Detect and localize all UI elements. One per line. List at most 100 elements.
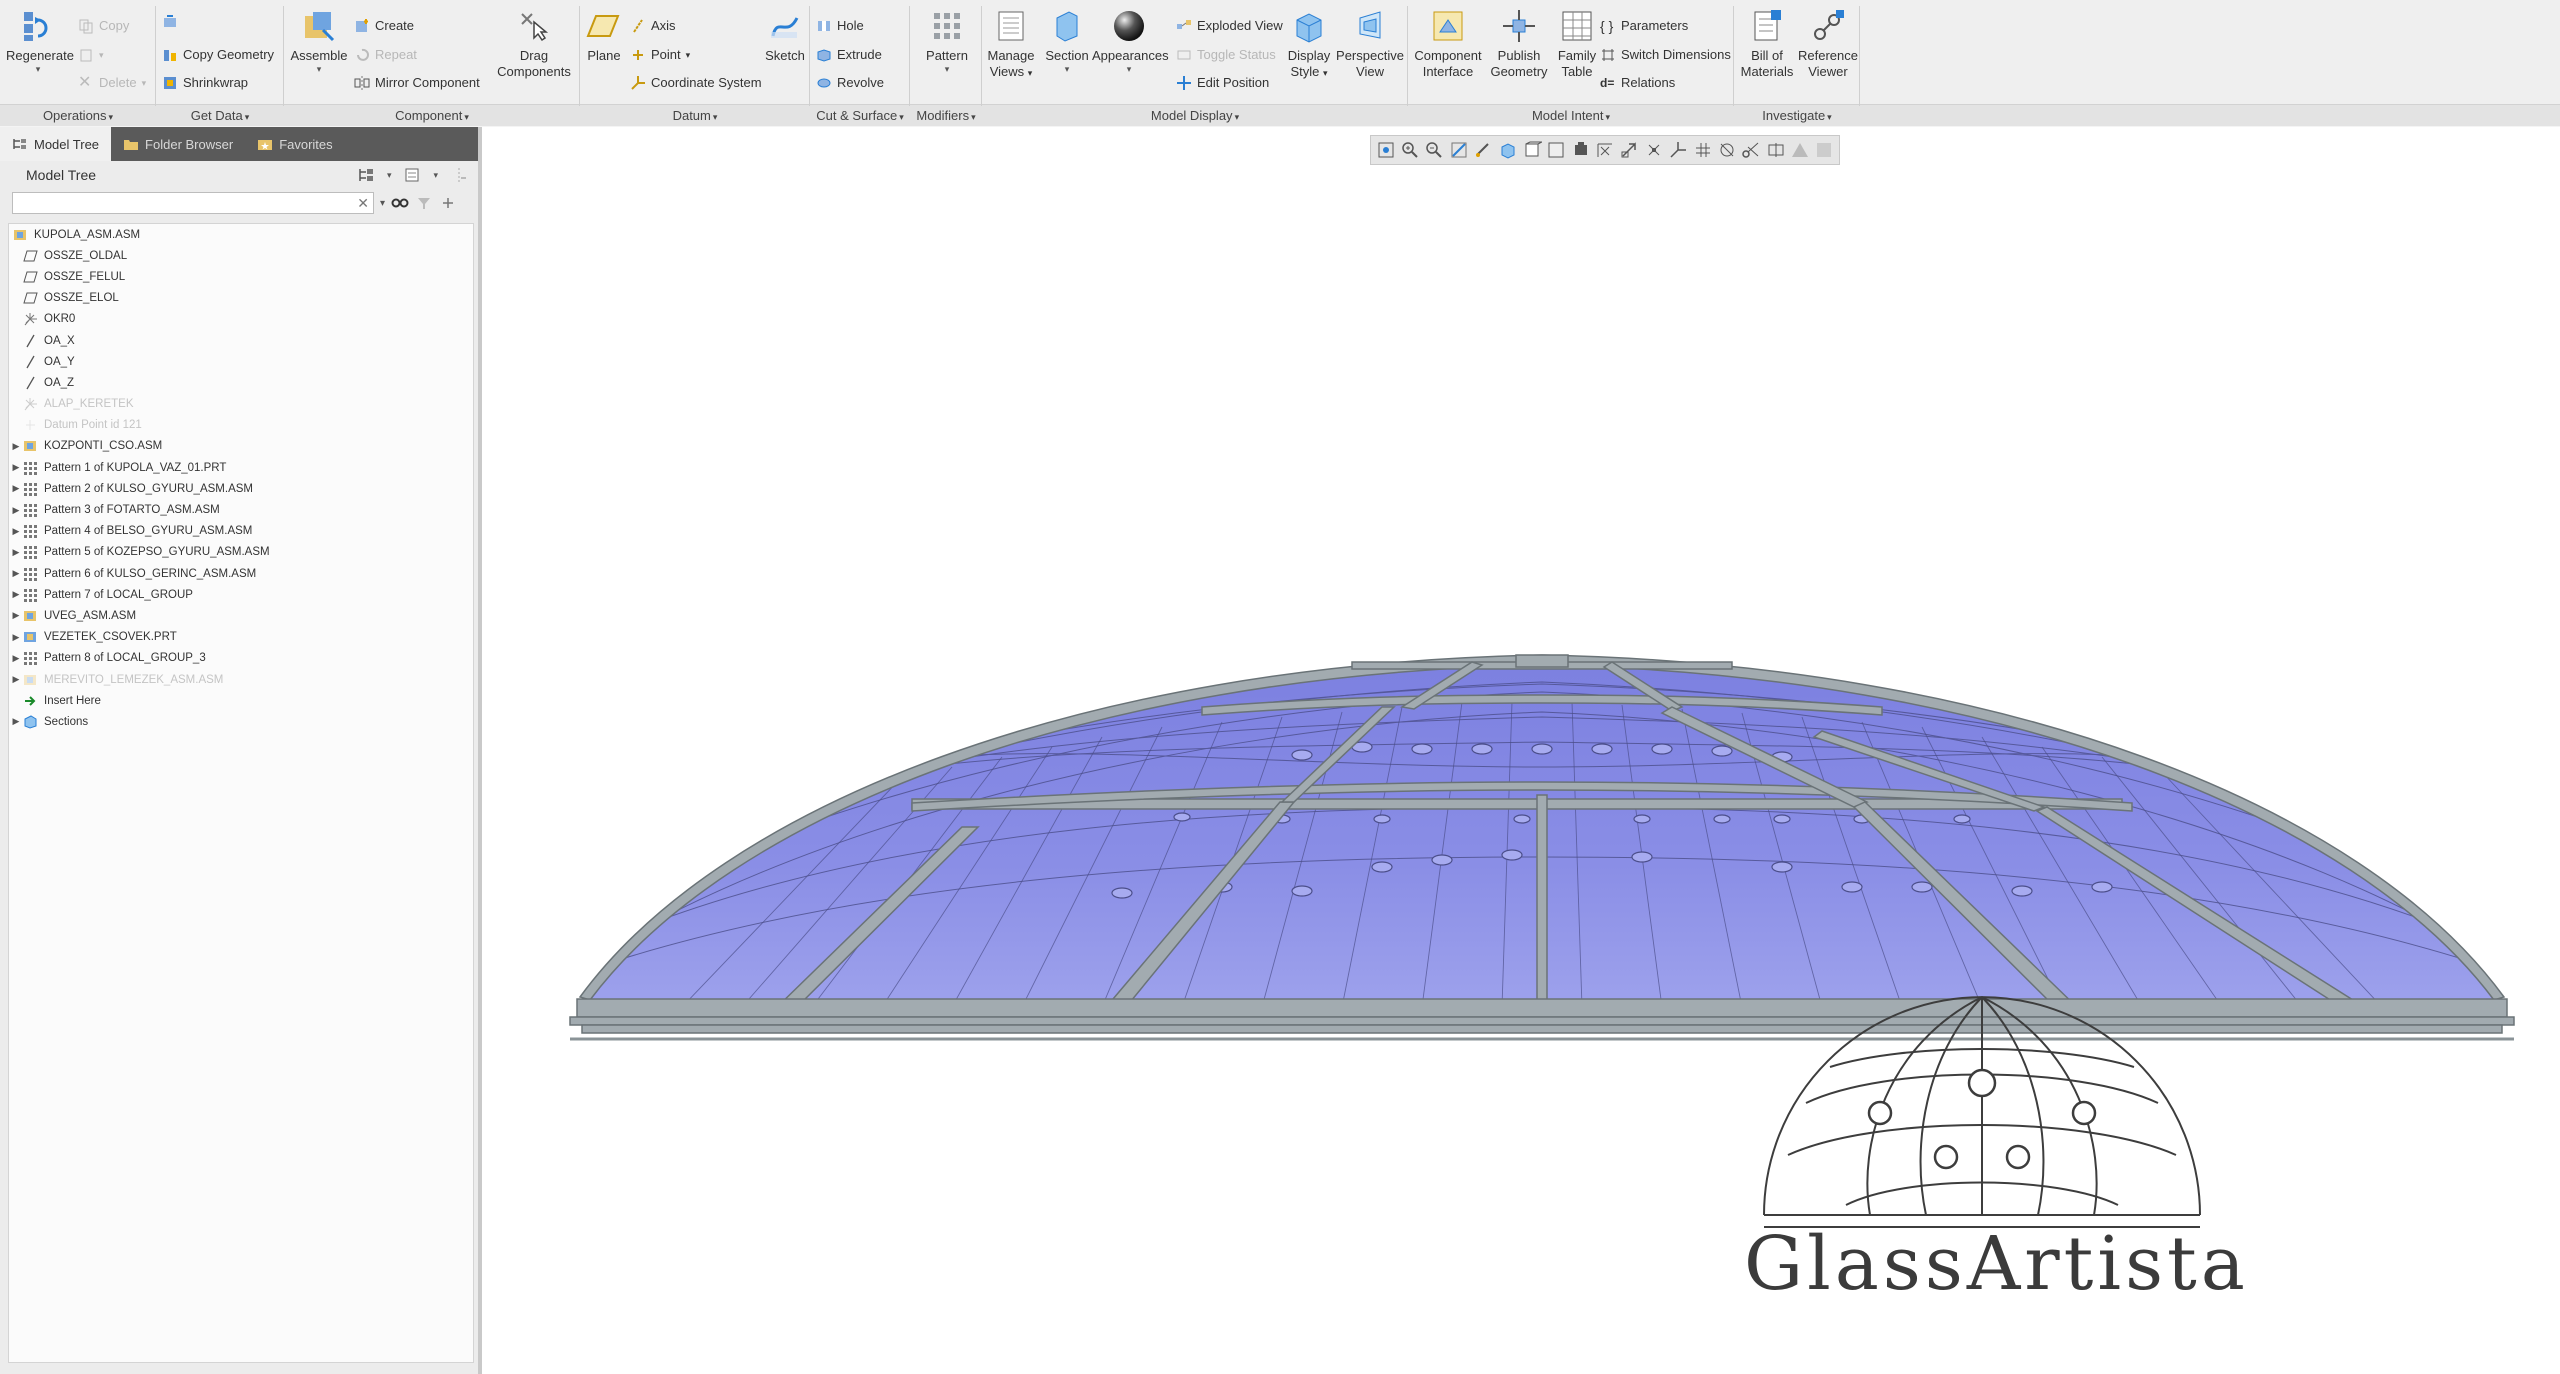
expand-arrow-icon[interactable]: ▶ xyxy=(9,610,23,621)
mirror-component-button[interactable]: Mirror Component xyxy=(354,73,480,93)
delete-button[interactable]: ✕ Delete ▾ xyxy=(78,73,146,93)
operations-group-label[interactable]: Operations ▾ xyxy=(0,108,156,123)
tree-item[interactable]: ▶ Pattern 4 of BELSO_GYURU_ASM.ASM xyxy=(9,521,473,542)
tree-item[interactable]: ▶ Pattern 5 of KOZEPSO_GYURU_ASM.ASM xyxy=(9,542,473,563)
panel-menu-icon[interactable] xyxy=(450,166,468,184)
component-interface-button[interactable]: Component Interface xyxy=(1410,8,1486,80)
dome-model[interactable] xyxy=(482,127,2560,1374)
tree-item[interactable]: ▶ UVEG_ASM.ASM xyxy=(9,605,473,626)
point-button[interactable]: Point ▾ xyxy=(630,45,690,65)
filter-icon[interactable] xyxy=(415,194,433,212)
tree-item[interactable]: OKR0 xyxy=(9,309,473,330)
tree-item[interactable]: Datum Point id 121 xyxy=(9,415,473,436)
expand-arrow-icon[interactable]: ▶ xyxy=(9,547,23,558)
expand-arrow-icon[interactable]: ▶ xyxy=(9,589,23,600)
tree-item[interactable]: ▶ Pattern 2 of KULSO_GYURU_ASM.ASM xyxy=(9,478,473,499)
tree-item[interactable]: ▶ Pattern 6 of KULSO_GERINC_ASM.ASM xyxy=(9,563,473,584)
drag-components-button[interactable]: Drag Components xyxy=(492,8,576,80)
tree-item[interactable]: ▶ Pattern 1 of KUPOLA_VAZ_01.PRT xyxy=(9,457,473,478)
expand-arrow-icon[interactable]: ▶ xyxy=(9,483,23,494)
copy-button[interactable]: Copy xyxy=(78,16,129,36)
show-icon[interactable] xyxy=(403,166,421,184)
paste-button[interactable]: ▾ xyxy=(78,45,104,65)
tab-model-tree[interactable]: Model Tree xyxy=(0,127,112,161)
component-group-label[interactable]: Component ▾ xyxy=(284,108,580,123)
repeat-button[interactable]: Repeat xyxy=(354,45,417,65)
investigate-group-label[interactable]: Investigate ▾ xyxy=(1734,108,1860,123)
tree-item[interactable]: ▶ KOZPONTI_CSO.ASM xyxy=(9,436,473,457)
tree-item[interactable]: Insert Here xyxy=(9,690,473,711)
switch-dimensions-button[interactable]: Switch Dimensions xyxy=(1600,45,1731,65)
tree-item[interactable]: ▶ MEREVITO_LEMEZEK_ASM.ASM xyxy=(9,669,473,690)
expand-arrow-icon[interactable]: ▶ xyxy=(9,526,23,537)
tree-item[interactable]: OSSZE_ELOL xyxy=(9,288,473,309)
tree-item[interactable]: OA_Y xyxy=(9,351,473,372)
clear-icon[interactable]: ✕ xyxy=(357,195,369,212)
publish-geometry-button[interactable]: Publish Geometry xyxy=(1488,8,1550,80)
extrude-button[interactable]: Extrude xyxy=(816,45,882,65)
assemble-button[interactable]: Assemble ▾ xyxy=(288,8,350,74)
expand-arrow-icon[interactable]: ▶ xyxy=(9,568,23,579)
edit-position-button[interactable]: Edit Position xyxy=(1176,73,1269,93)
expand-arrow-icon[interactable]: ▶ xyxy=(9,653,23,664)
create-button[interactable]: Create xyxy=(354,16,414,36)
reference-viewer-button[interactable]: Reference Viewer xyxy=(1796,8,1860,80)
section-button[interactable]: Section ▾ xyxy=(1042,8,1092,74)
get-data-small-button[interactable] xyxy=(162,12,178,32)
tree-item[interactable]: OSSZE_OLDAL xyxy=(9,245,473,266)
relations-button[interactable]: d= Relations xyxy=(1600,73,1675,93)
tab-favorites[interactable]: Favorites xyxy=(245,127,344,161)
copy-geometry-button[interactable]: Copy Geometry xyxy=(162,45,274,65)
sketch-button[interactable]: Sketch xyxy=(762,8,808,64)
tree-item[interactable]: ALAP_KERETEK xyxy=(9,394,473,415)
axis-button[interactable]: Axis xyxy=(630,16,676,36)
family-table-button[interactable]: Family Table xyxy=(1552,8,1602,80)
coordinate-system-button[interactable]: Coordinate System xyxy=(630,73,762,93)
get-data-group-label[interactable]: Get Data ▾ xyxy=(156,108,284,123)
model-intent-group-label[interactable]: Model Intent ▾ xyxy=(1408,108,1734,123)
tree-item[interactable]: OA_Z xyxy=(9,372,473,393)
parameters-button[interactable]: { } Parameters xyxy=(1600,16,1688,36)
appearances-button[interactable]: Appearances ▾ xyxy=(1092,8,1169,74)
tree-item[interactable]: ▶ Pattern 3 of FOTARTO_ASM.ASM xyxy=(9,499,473,520)
plane-button[interactable]: Plane xyxy=(582,8,626,64)
exploded-view-button[interactable]: Exploded View xyxy=(1176,16,1283,36)
expand-arrow-icon[interactable]: ▶ xyxy=(9,441,23,452)
expand-arrow-icon[interactable]: ▶ xyxy=(9,462,23,473)
chevron-down-icon[interactable]: ▾ xyxy=(380,198,385,209)
expand-arrow-icon[interactable]: ▶ xyxy=(9,716,23,727)
chevron-down-icon[interactable]: ▾ xyxy=(433,170,438,181)
shrinkwrap-button[interactable]: Shrinkwrap xyxy=(162,73,248,93)
tree-item[interactable]: OA_X xyxy=(9,330,473,351)
revolve-button[interactable]: Revolve xyxy=(816,73,884,93)
expand-arrow-icon[interactable]: ▶ xyxy=(9,674,23,685)
cut-surface-group-label[interactable]: Cut & Surface ▾ xyxy=(810,108,910,123)
toggle-status-button[interactable]: Toggle Status xyxy=(1176,45,1276,65)
tab-folder-browser[interactable]: Folder Browser xyxy=(111,127,245,161)
tree-item[interactable]: ▶ Pattern 7 of LOCAL_GROUP xyxy=(9,584,473,605)
tree-item[interactable]: ▶ Pattern 8 of LOCAL_GROUP_3 xyxy=(9,648,473,669)
chevron-down-icon[interactable]: ▾ xyxy=(387,170,392,181)
datum-group-label[interactable]: Datum ▾ xyxy=(580,108,810,123)
model-display-group-label[interactable]: Model Display ▾ xyxy=(982,108,1408,123)
graphics-window[interactable]: GlassArtista xyxy=(482,127,2560,1374)
expand-arrow-icon[interactable]: ▶ xyxy=(9,632,23,643)
tree-search-input[interactable] xyxy=(13,193,373,213)
display-style-button[interactable]: Display Style ▾ xyxy=(1284,8,1334,81)
tree-item[interactable]: OSSZE_FELUL xyxy=(9,266,473,287)
bill-of-materials-button[interactable]: Bill of Materials xyxy=(1736,8,1798,80)
tree-item[interactable]: ▶ Sections xyxy=(9,711,473,732)
perspective-view-button[interactable]: Perspective View xyxy=(1334,8,1406,80)
find-icon[interactable] xyxy=(391,194,409,212)
tree-item[interactable]: KUPOLA_ASM.ASM xyxy=(9,224,473,245)
manage-views-button[interactable]: Manage Views ▾ xyxy=(986,8,1036,81)
expand-arrow-icon[interactable]: ▶ xyxy=(9,505,23,516)
tree-item[interactable]: ▶ VEZETEK_CSOVEK.PRT xyxy=(9,627,473,648)
modifiers-group-label[interactable]: Modifiers ▾ xyxy=(910,108,982,123)
regenerate-button[interactable]: Regenerate ▾ xyxy=(6,8,74,74)
tree-settings-icon[interactable] xyxy=(357,166,375,184)
pattern-button[interactable]: Pattern ▾ xyxy=(918,8,976,74)
add-icon[interactable] xyxy=(439,194,457,212)
model-tree-rows: KUPOLA_ASM.ASM OSSZE_OLDAL OSSZE_FELUL OSSZ… xyxy=(9,224,473,733)
hole-button[interactable]: Hole xyxy=(816,16,864,36)
